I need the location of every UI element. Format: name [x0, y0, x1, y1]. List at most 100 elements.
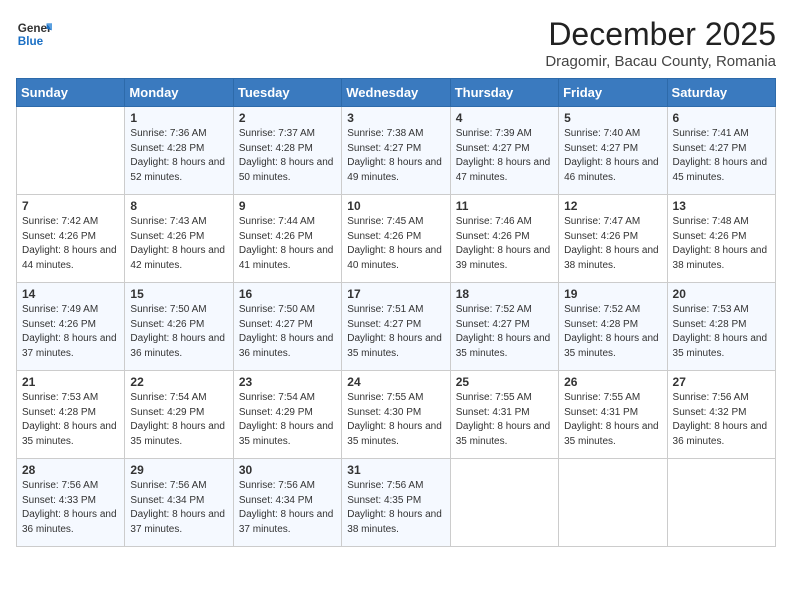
weekday-header: Wednesday: [342, 79, 450, 107]
day-number: 5: [564, 111, 661, 125]
calendar-cell: 9 Sunrise: 7:44 AM Sunset: 4:26 PM Dayli…: [233, 195, 341, 283]
calendar-cell: 17 Sunrise: 7:51 AM Sunset: 4:27 PM Dayl…: [342, 283, 450, 371]
calendar-cell: 25 Sunrise: 7:55 AM Sunset: 4:31 PM Dayl…: [450, 371, 558, 459]
day-info: Sunrise: 7:55 AM Sunset: 4:30 PM Dayligh…: [347, 391, 444, 449]
calendar-cell: 19 Sunrise: 7:52 AM Sunset: 4:28 PM Dayl…: [559, 283, 667, 371]
day-number: 31: [347, 463, 444, 477]
day-info: Sunrise: 7:36 AM Sunset: 4:28 PM Dayligh…: [130, 127, 227, 185]
day-number: 1: [130, 111, 227, 125]
calendar-cell: 13 Sunrise: 7:48 AM Sunset: 4:26 PM Dayl…: [667, 195, 775, 283]
calendar-cell: 4 Sunrise: 7:39 AM Sunset: 4:27 PM Dayli…: [450, 107, 558, 195]
day-info: Sunrise: 7:45 AM Sunset: 4:26 PM Dayligh…: [347, 215, 444, 273]
location-title: Dragomir, Bacau County, Romania: [545, 53, 776, 70]
day-number: 7: [22, 199, 119, 213]
day-number: 26: [564, 375, 661, 389]
calendar-cell: 27 Sunrise: 7:56 AM Sunset: 4:32 PM Dayl…: [667, 371, 775, 459]
day-number: 11: [456, 199, 553, 213]
day-info: Sunrise: 7:52 AM Sunset: 4:27 PM Dayligh…: [456, 303, 553, 361]
day-number: 4: [456, 111, 553, 125]
day-info: Sunrise: 7:55 AM Sunset: 4:31 PM Dayligh…: [564, 391, 661, 449]
calendar-cell: 10 Sunrise: 7:45 AM Sunset: 4:26 PM Dayl…: [342, 195, 450, 283]
calendar-cell: 3 Sunrise: 7:38 AM Sunset: 4:27 PM Dayli…: [342, 107, 450, 195]
calendar-cell: [450, 459, 558, 547]
calendar-table: SundayMondayTuesdayWednesdayThursdayFrid…: [16, 78, 776, 547]
day-number: 8: [130, 199, 227, 213]
calendar-week-row: 21 Sunrise: 7:53 AM Sunset: 4:28 PM Dayl…: [17, 371, 776, 459]
day-info: Sunrise: 7:43 AM Sunset: 4:26 PM Dayligh…: [130, 215, 227, 273]
logo-icon: General Blue: [16, 16, 52, 52]
calendar-week-row: 1 Sunrise: 7:36 AM Sunset: 4:28 PM Dayli…: [17, 107, 776, 195]
day-number: 14: [22, 287, 119, 301]
weekday-header: Tuesday: [233, 79, 341, 107]
calendar-cell: 22 Sunrise: 7:54 AM Sunset: 4:29 PM Dayl…: [125, 371, 233, 459]
day-number: 30: [239, 463, 336, 477]
month-title: December 2025: [545, 16, 776, 53]
weekday-header: Friday: [559, 79, 667, 107]
calendar-cell: 2 Sunrise: 7:37 AM Sunset: 4:28 PM Dayli…: [233, 107, 341, 195]
weekday-header: Monday: [125, 79, 233, 107]
day-info: Sunrise: 7:56 AM Sunset: 4:32 PM Dayligh…: [673, 391, 770, 449]
day-info: Sunrise: 7:55 AM Sunset: 4:31 PM Dayligh…: [456, 391, 553, 449]
day-info: Sunrise: 7:38 AM Sunset: 4:27 PM Dayligh…: [347, 127, 444, 185]
calendar-week-row: 7 Sunrise: 7:42 AM Sunset: 4:26 PM Dayli…: [17, 195, 776, 283]
weekday-header: Saturday: [667, 79, 775, 107]
day-number: 13: [673, 199, 770, 213]
day-number: 2: [239, 111, 336, 125]
calendar-cell: 6 Sunrise: 7:41 AM Sunset: 4:27 PM Dayli…: [667, 107, 775, 195]
day-number: 17: [347, 287, 444, 301]
calendar-cell: 31 Sunrise: 7:56 AM Sunset: 4:35 PM Dayl…: [342, 459, 450, 547]
calendar-cell: 29 Sunrise: 7:56 AM Sunset: 4:34 PM Dayl…: [125, 459, 233, 547]
day-info: Sunrise: 7:54 AM Sunset: 4:29 PM Dayligh…: [130, 391, 227, 449]
logo: General Blue: [16, 16, 52, 52]
calendar-week-row: 14 Sunrise: 7:49 AM Sunset: 4:26 PM Dayl…: [17, 283, 776, 371]
day-info: Sunrise: 7:40 AM Sunset: 4:27 PM Dayligh…: [564, 127, 661, 185]
calendar-cell: 1 Sunrise: 7:36 AM Sunset: 4:28 PM Dayli…: [125, 107, 233, 195]
day-info: Sunrise: 7:44 AM Sunset: 4:26 PM Dayligh…: [239, 215, 336, 273]
calendar-cell: 16 Sunrise: 7:50 AM Sunset: 4:27 PM Dayl…: [233, 283, 341, 371]
day-number: 25: [456, 375, 553, 389]
day-info: Sunrise: 7:51 AM Sunset: 4:27 PM Dayligh…: [347, 303, 444, 361]
day-info: Sunrise: 7:42 AM Sunset: 4:26 PM Dayligh…: [22, 215, 119, 273]
day-number: 23: [239, 375, 336, 389]
day-number: 27: [673, 375, 770, 389]
weekday-header: Sunday: [17, 79, 125, 107]
day-info: Sunrise: 7:50 AM Sunset: 4:26 PM Dayligh…: [130, 303, 227, 361]
day-number: 12: [564, 199, 661, 213]
day-number: 15: [130, 287, 227, 301]
calendar-cell: 8 Sunrise: 7:43 AM Sunset: 4:26 PM Dayli…: [125, 195, 233, 283]
day-info: Sunrise: 7:39 AM Sunset: 4:27 PM Dayligh…: [456, 127, 553, 185]
day-info: Sunrise: 7:56 AM Sunset: 4:34 PM Dayligh…: [239, 479, 336, 537]
calendar-cell: 14 Sunrise: 7:49 AM Sunset: 4:26 PM Dayl…: [17, 283, 125, 371]
day-number: 24: [347, 375, 444, 389]
day-info: Sunrise: 7:49 AM Sunset: 4:26 PM Dayligh…: [22, 303, 119, 361]
title-block: December 2025 Dragomir, Bacau County, Ro…: [545, 16, 776, 70]
calendar-cell: 11 Sunrise: 7:46 AM Sunset: 4:26 PM Dayl…: [450, 195, 558, 283]
calendar-cell: [667, 459, 775, 547]
day-info: Sunrise: 7:50 AM Sunset: 4:27 PM Dayligh…: [239, 303, 336, 361]
day-number: 22: [130, 375, 227, 389]
day-info: Sunrise: 7:41 AM Sunset: 4:27 PM Dayligh…: [673, 127, 770, 185]
day-info: Sunrise: 7:37 AM Sunset: 4:28 PM Dayligh…: [239, 127, 336, 185]
calendar-cell: [17, 107, 125, 195]
day-number: 6: [673, 111, 770, 125]
page-header: General Blue December 2025 Dragomir, Bac…: [16, 16, 776, 70]
day-number: 18: [456, 287, 553, 301]
calendar-cell: 30 Sunrise: 7:56 AM Sunset: 4:34 PM Dayl…: [233, 459, 341, 547]
calendar-cell: 28 Sunrise: 7:56 AM Sunset: 4:33 PM Dayl…: [17, 459, 125, 547]
weekday-header: Thursday: [450, 79, 558, 107]
calendar-cell: 23 Sunrise: 7:54 AM Sunset: 4:29 PM Dayl…: [233, 371, 341, 459]
day-number: 10: [347, 199, 444, 213]
day-info: Sunrise: 7:53 AM Sunset: 4:28 PM Dayligh…: [22, 391, 119, 449]
day-number: 9: [239, 199, 336, 213]
day-info: Sunrise: 7:47 AM Sunset: 4:26 PM Dayligh…: [564, 215, 661, 273]
calendar-cell: 7 Sunrise: 7:42 AM Sunset: 4:26 PM Dayli…: [17, 195, 125, 283]
calendar-week-row: 28 Sunrise: 7:56 AM Sunset: 4:33 PM Dayl…: [17, 459, 776, 547]
day-info: Sunrise: 7:53 AM Sunset: 4:28 PM Dayligh…: [673, 303, 770, 361]
calendar-cell: 26 Sunrise: 7:55 AM Sunset: 4:31 PM Dayl…: [559, 371, 667, 459]
day-info: Sunrise: 7:46 AM Sunset: 4:26 PM Dayligh…: [456, 215, 553, 273]
calendar-cell: 5 Sunrise: 7:40 AM Sunset: 4:27 PM Dayli…: [559, 107, 667, 195]
day-number: 19: [564, 287, 661, 301]
calendar-cell: [559, 459, 667, 547]
day-number: 20: [673, 287, 770, 301]
calendar-cell: 20 Sunrise: 7:53 AM Sunset: 4:28 PM Dayl…: [667, 283, 775, 371]
